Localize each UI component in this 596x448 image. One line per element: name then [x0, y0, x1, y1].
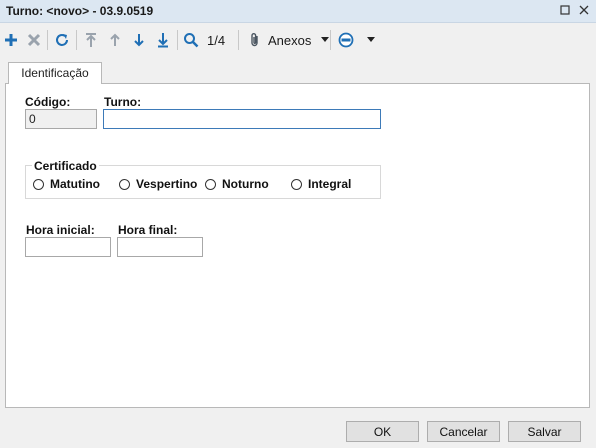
maximize-icon[interactable] [557, 3, 573, 19]
radio-vespertino[interactable]: Vespertino [119, 177, 197, 191]
toolbar-separator [76, 30, 77, 50]
certificado-label: Certificado [32, 159, 99, 173]
toolbar-separator [238, 30, 239, 50]
toolbar-separator [330, 30, 331, 50]
window-title: Turno: <novo> - 03.9.0519 [6, 4, 154, 18]
hora-inicial-label: Hora inicial: [26, 223, 95, 237]
chevron-down-icon[interactable] [361, 30, 381, 50]
turno-label: Turno: [104, 95, 142, 109]
radio-matutino[interactable]: Matutino [33, 177, 100, 191]
radio-label: Integral [308, 177, 352, 191]
codigo-label: Código: [25, 95, 71, 109]
toolbar-separator [47, 30, 48, 50]
radio-integral[interactable]: Integral [291, 177, 351, 191]
next-record-icon[interactable] [129, 30, 149, 50]
chevron-down-icon[interactable] [315, 30, 335, 50]
ok-button[interactable]: OK [346, 421, 419, 442]
first-record-icon[interactable] [81, 30, 101, 50]
radio-button-icon[interactable] [33, 178, 44, 190]
record-position: 1/4 [207, 33, 226, 48]
title-bar: Turno: <novo> - 03.9.0519 [0, 0, 596, 23]
refresh-icon[interactable] [52, 30, 72, 50]
save-button[interactable]: Salvar [508, 421, 581, 442]
radio-label: Noturno [222, 177, 269, 191]
hora-final-field[interactable] [117, 237, 203, 257]
toolbar-separator [177, 30, 178, 50]
add-icon[interactable] [1, 30, 21, 50]
radio-label: Matutino [50, 177, 100, 191]
hora-inicial-field[interactable] [25, 237, 111, 257]
toolbar: 1/4 Anexos [0, 23, 596, 57]
radio-noturno[interactable]: Noturno [205, 177, 269, 191]
radio-button-icon[interactable] [119, 178, 130, 190]
radio-label: Vespertino [136, 177, 198, 191]
search-icon[interactable] [181, 30, 201, 50]
attachments-button[interactable]: Anexos [268, 33, 311, 48]
turno-field[interactable] [103, 109, 381, 129]
last-record-icon[interactable] [153, 30, 173, 50]
hora-final-label: Hora final: [118, 223, 178, 237]
codigo-field [25, 109, 97, 129]
tab-identificacao[interactable]: Identificação [8, 62, 102, 84]
delete-icon[interactable] [24, 30, 44, 50]
close-icon[interactable] [576, 3, 592, 19]
cancel-button[interactable]: Cancelar [427, 421, 500, 442]
radio-button-icon[interactable] [291, 178, 302, 190]
radio-button-icon[interactable] [205, 178, 216, 190]
options-icon[interactable] [336, 30, 356, 50]
previous-record-icon[interactable] [105, 30, 125, 50]
paperclip-icon[interactable] [245, 30, 265, 50]
